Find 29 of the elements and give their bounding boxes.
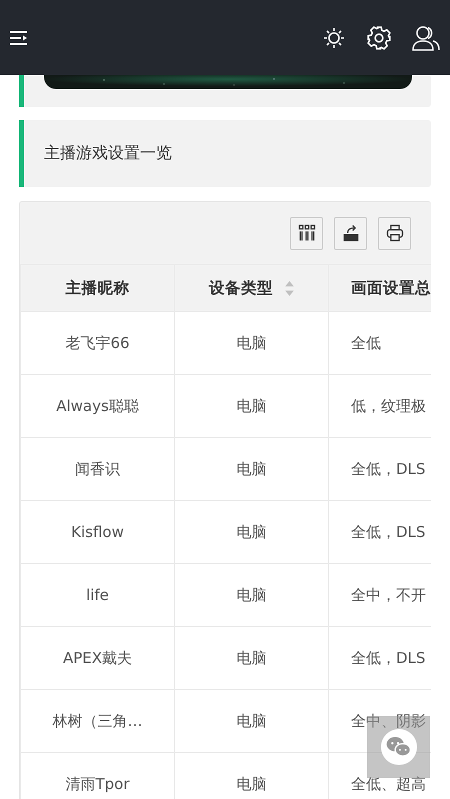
tray-arrow-icon <box>340 223 360 243</box>
table-cell: Always聪聪 <box>20 374 174 438</box>
columns-icon <box>296 223 316 243</box>
table-cell: 清雨Tpor <box>20 752 174 799</box>
table-cell: 闻香识 <box>20 438 174 500</box>
table-cell: 电脑 <box>174 626 328 690</box>
table-cell: 电脑 <box>174 564 328 626</box>
table-cell: 电脑 <box>174 312 328 374</box>
table-cell: 电脑 <box>174 690 328 752</box>
printer-icon <box>384 223 404 243</box>
printer-button[interactable] <box>378 216 411 250</box>
table-cell: life <box>20 564 174 626</box>
table-cell: Kisflow <box>20 500 174 564</box>
table-cell: APEX戴夫 <box>20 626 174 690</box>
tray-arrow-button[interactable] <box>334 216 367 250</box>
chat-icon <box>380 728 418 766</box>
table-cell: 电脑 <box>174 438 328 500</box>
sun-icon[interactable] <box>322 26 346 50</box>
table-cell: 电脑 <box>174 500 328 564</box>
section-title: 主播游戏设置一览 <box>44 143 172 164</box>
users-icon[interactable] <box>412 24 440 50</box>
table-cell: 林树（三角… <box>20 690 174 752</box>
column-header: 主播昵称 <box>20 264 174 312</box>
settings-icon[interactable] <box>366 24 392 50</box>
columns-button[interactable] <box>290 216 323 250</box>
menu-icon[interactable] <box>10 30 28 44</box>
column-header[interactable]: 设备类型 <box>174 264 328 312</box>
table-cell: 电脑 <box>174 374 328 438</box>
table-cell: 老飞宇66 <box>20 312 174 374</box>
